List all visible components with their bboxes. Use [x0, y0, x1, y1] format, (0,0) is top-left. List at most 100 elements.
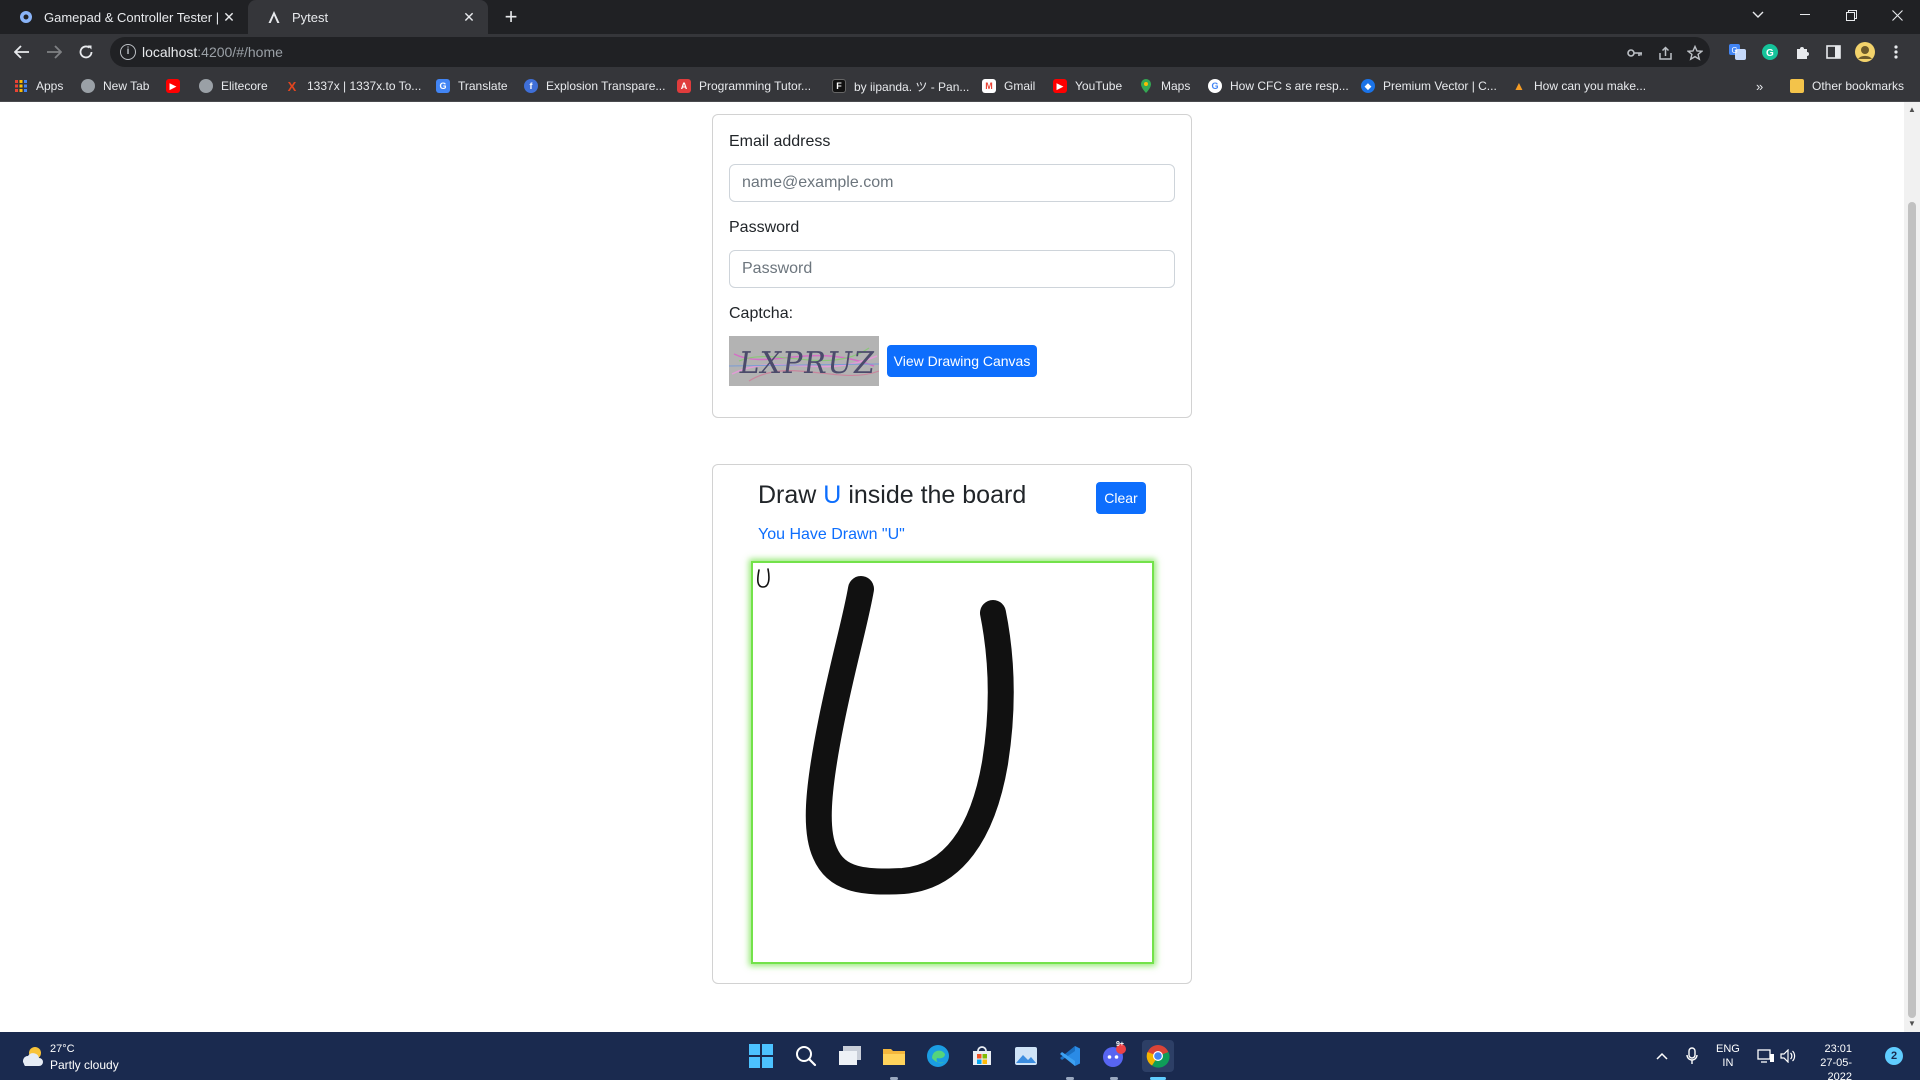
weather-temperature: 27°C	[50, 1043, 75, 1055]
region-code: IN	[1722, 1057, 1734, 1069]
tab-pytest[interactable]: Pytest ✕	[248, 0, 488, 34]
bookmark-label: Premium Vector | C...	[1383, 79, 1497, 93]
bookmark-maps[interactable]: Maps	[1139, 77, 1190, 95]
notification-count-badge[interactable]: 2	[1885, 1047, 1903, 1065]
explosion-icon: f	[524, 79, 538, 93]
language-indicator[interactable]: ENG IN	[1716, 1042, 1740, 1070]
flag-icon: F	[832, 79, 846, 93]
edge-browser-icon[interactable]	[922, 1040, 954, 1072]
bookmark-label: Translate	[458, 79, 508, 93]
bookmark-label: Explosion Transpare...	[546, 79, 666, 93]
bookmark-star-icon[interactable]	[1686, 44, 1704, 62]
title-suffix: inside the board	[848, 481, 1027, 509]
bookmark-youtube[interactable]: ▶ YouTube	[1053, 77, 1122, 95]
bookmark-explosion[interactable]: f Explosion Transpare...	[524, 77, 665, 95]
bookmark-how-can-you-make[interactable]: ▲ How can you make...	[1512, 77, 1646, 95]
tab-title: Pytest	[292, 9, 329, 25]
task-view-icon[interactable]	[834, 1040, 866, 1072]
view-drawing-canvas-button[interactable]: View Drawing Canvas	[887, 345, 1037, 377]
bookmark-1337x[interactable]: X 1337x | 1337x.to To...	[285, 77, 422, 95]
password-key-icon[interactable]	[1626, 44, 1644, 62]
password-input[interactable]	[729, 250, 1175, 288]
clock-date: 27-05-2022	[1820, 1057, 1852, 1080]
bookmark-translate[interactable]: G Translate	[436, 77, 508, 95]
tab-gamepad-tester[interactable]: Gamepad & Controller Tester | D ✕	[0, 0, 248, 34]
scroll-up-arrow-icon[interactable]: ▲	[1904, 102, 1920, 118]
bookmark-youtube-short[interactable]: ▶	[166, 77, 188, 95]
bookmark-label: YouTube	[1075, 79, 1123, 93]
browser-menu-icon[interactable]	[1885, 41, 1907, 63]
restore-icon[interactable]	[1828, 0, 1874, 30]
bookmark-label: New Tab	[103, 79, 150, 93]
close-window-icon[interactable]	[1874, 0, 1920, 30]
tutorial-icon: A	[677, 79, 691, 93]
drawing-board-canvas[interactable]	[751, 561, 1154, 964]
bookmark-gmail[interactable]: M Gmail	[982, 77, 1035, 95]
profile-avatar-icon[interactable]	[1854, 41, 1876, 63]
bookmark-label: Gmail	[1004, 79, 1036, 93]
close-tab-icon[interactable]: ✕	[460, 8, 478, 26]
scroll-down-arrow-icon[interactable]: ▼	[1904, 1016, 1920, 1032]
folder-icon	[1790, 79, 1804, 93]
speaker-volume-icon[interactable]	[1778, 1032, 1798, 1080]
network-icon[interactable]	[1756, 1032, 1776, 1080]
grammarly-extension-icon[interactable]: G	[1759, 41, 1781, 63]
bookmark-other-folder[interactable]: Other bookmarks	[1790, 77, 1904, 95]
x-icon: X	[287, 78, 297, 94]
bookmark-label: Apps	[36, 79, 64, 93]
microphone-icon[interactable]	[1682, 1032, 1702, 1080]
windows-start-icon[interactable]	[745, 1040, 777, 1072]
bookmark-programming-tutorials[interactable]: A Programming Tutor...	[677, 77, 811, 95]
corner-preview-letter	[757, 568, 770, 588]
bookmark-cfc[interactable]: G How CFC s are resp...	[1208, 77, 1349, 95]
site-info-icon[interactable]: i	[120, 44, 136, 60]
close-tab-icon[interactable]: ✕	[220, 8, 238, 26]
partly-cloudy-icon[interactable]	[20, 1044, 46, 1068]
show-hidden-icons-chevron-icon[interactable]	[1652, 1032, 1672, 1080]
maps-pin-icon	[1139, 79, 1153, 93]
photos-app-icon[interactable]	[1010, 1040, 1042, 1072]
search-icon[interactable]	[790, 1040, 822, 1072]
bookmark-new-tab[interactable]: New Tab	[81, 77, 149, 95]
page-scrollbar[interactable]: ▲ ▼	[1904, 102, 1920, 1032]
scrollbar-thumb[interactable]	[1908, 202, 1916, 1018]
drawing-card: Draw U inside the board Clear You Have D…	[712, 464, 1192, 984]
bookmark-iipanda[interactable]: F by iipanda. ツ - Pan...	[832, 77, 969, 95]
reload-icon[interactable]	[73, 39, 99, 65]
translate-extension-icon[interactable]: G	[1727, 41, 1749, 63]
share-icon[interactable]	[1656, 44, 1674, 62]
bookmarks-overflow-chevron-icon[interactable]: »	[1756, 77, 1763, 95]
tab-search-chevron-icon[interactable]	[1735, 0, 1781, 30]
target-letter: U	[823, 481, 842, 509]
page-viewport: Email address Password Captcha: LXPRUZ V…	[0, 102, 1904, 1032]
weather-description: Partly cloudy	[50, 1058, 119, 1072]
youtube-icon: ▶	[1053, 79, 1067, 93]
google-icon: G	[1208, 79, 1222, 93]
tab-strip: Gamepad & Controller Tester | D ✕ Pytest…	[0, 0, 1920, 34]
bookmark-premium-vector[interactable]: ◆ Premium Vector | C...	[1361, 77, 1497, 95]
url-path: :4200/#/home	[197, 44, 283, 60]
chrome-icon[interactable]	[1142, 1040, 1174, 1072]
microsoft-store-icon[interactable]	[966, 1040, 998, 1072]
new-tab-button[interactable]: +	[498, 4, 524, 30]
clear-button[interactable]: Clear	[1096, 482, 1146, 514]
bookmark-label: Elitecore	[221, 79, 268, 93]
captcha-label: Captcha:	[729, 305, 794, 322]
email-input[interactable]	[729, 164, 1175, 202]
address-bar[interactable]: i localhost:4200/#/home	[110, 37, 1710, 67]
discord-icon[interactable]: 9+	[1098, 1040, 1130, 1072]
file-explorer-icon[interactable]	[878, 1040, 910, 1072]
back-arrow-icon[interactable]	[9, 39, 35, 65]
side-panel-icon[interactable]	[1822, 41, 1844, 63]
windows-taskbar: 27°C Partly cloudy 9+ ENG IN 23:01 27-05…	[0, 1032, 1920, 1080]
vector-icon: ◆	[1361, 79, 1375, 93]
minimize-icon[interactable]	[1782, 0, 1828, 30]
clock-time: 23:01	[1824, 1043, 1852, 1055]
vscode-icon[interactable]	[1054, 1040, 1086, 1072]
login-card: Email address Password Captcha: LXPRUZ V…	[712, 114, 1192, 418]
extensions-puzzle-icon[interactable]	[1791, 41, 1813, 63]
bookmark-elitecore[interactable]: Elitecore	[199, 77, 268, 95]
system-clock[interactable]: 23:01 27-05-2022	[1800, 1042, 1852, 1080]
forward-arrow-icon[interactable]	[41, 39, 67, 65]
bookmark-apps[interactable]: Apps	[14, 77, 63, 95]
